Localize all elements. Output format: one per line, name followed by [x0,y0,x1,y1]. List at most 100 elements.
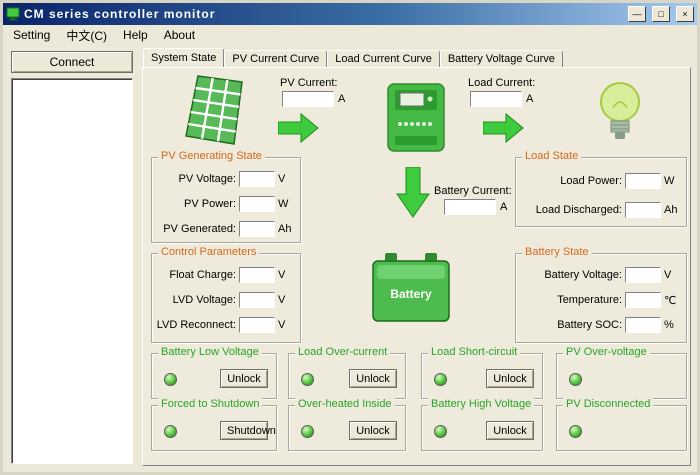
load-current-field[interactable] [470,91,522,107]
forced-to-shutdown-title: Forced to Shutdown [158,398,262,410]
load-discharged-unit: Ah [664,204,680,216]
menu-help[interactable]: Help [115,26,156,44]
pv-power-label: PV Power: [184,198,236,210]
float-charge-label: Float Charge: [169,269,236,281]
flow-arrow-right-pv-icon [278,113,319,146]
battery-image-label: Battery [371,287,451,301]
pv-power-field[interactable] [239,196,275,212]
battery-state-group: Battery State Battery Voltage:V Temperat… [515,253,687,343]
close-button[interactable]: × [676,6,694,22]
maximize-button[interactable]: □ [652,6,670,22]
status-group-forced-to-shutdown: Forced to Shutdown Shutdown [151,405,277,451]
pv-generating-state-title: PV Generating State [158,150,265,162]
device-listbox[interactable] [11,78,133,464]
pv-current-field[interactable] [282,91,334,107]
battery-current-field[interactable] [444,199,496,215]
load-power-label: Load Power: [560,175,622,187]
menubar: Setting 中文(C) Help About [3,25,697,45]
load-short-circuit-led [434,373,447,386]
load-over-current-title: Load Over-current [295,346,390,358]
temperature-unit: ℃ [664,294,680,307]
battery-image: Battery [371,251,451,325]
over-heated-inside-unlock-button[interactable]: Unlock [349,421,397,440]
lvd-voltage-field[interactable] [239,292,275,308]
tab-battery-voltage-curve[interactable]: Battery Voltage Curve [440,50,563,67]
battery-low-voltage-led [164,373,177,386]
lvd-reconnect-label: LVD Reconnect: [157,319,236,331]
load-state-group: Load State Load Power:W Load Discharged:… [515,157,687,227]
load-power-field[interactable] [625,173,661,189]
tab-strip: System State PV Current Curve Load Curre… [142,48,691,67]
load-current-unit: A [526,93,533,105]
battery-state-title: Battery State [522,246,592,258]
forced-to-shutdown-led [164,425,177,438]
status-group-battery-high-voltage: Battery High Voltage Unlock [421,405,543,451]
battery-voltage-label: Battery Voltage: [544,269,622,281]
minimize-button[interactable]: — [628,6,646,22]
lvd-reconnect-unit: V [278,319,294,331]
load-discharged-label: Load Discharged: [536,204,622,216]
app-icon [6,7,20,21]
pv-over-voltage-title: PV Over-voltage [563,346,650,358]
battery-soc-unit: % [664,319,680,331]
system-state-page: PV Current: A [142,67,691,466]
menu-language[interactable]: 中文(C) [58,25,115,46]
battery-current-unit: A [500,201,507,213]
menu-about[interactable]: About [156,26,203,44]
battery-voltage-field[interactable] [625,267,661,283]
window-title: CM series controller monitor [24,7,622,21]
menu-setting[interactable]: Setting [5,26,58,44]
flow-arrow-down-icon [396,167,430,221]
controller-image [386,82,446,153]
control-parameters-title: Control Parameters [158,246,259,258]
tab-control: System State PV Current Curve Load Curre… [142,48,691,466]
flow-arrow-right-load-icon [483,113,524,146]
load-discharged-field[interactable] [625,202,661,218]
battery-soc-field[interactable] [625,317,661,333]
status-group-pv-disconnected: PV Disconnected [556,405,687,451]
float-charge-field[interactable] [239,267,275,283]
float-charge-unit: V [278,269,294,281]
connect-button[interactable]: Connect [11,51,133,73]
app-window: CM series controller monitor — □ × Setti… [0,0,700,475]
battery-low-voltage-title: Battery Low Voltage [158,346,262,358]
pv-disconnected-led [569,425,582,438]
lvd-reconnect-field[interactable] [239,317,275,333]
battery-low-voltage-unlock-button[interactable]: Unlock [220,369,268,388]
load-short-circuit-title: Load Short-circuit [428,346,520,358]
titlebar[interactable]: CM series controller monitor — □ × [3,3,697,25]
app-body: Connect System State PV Current Curve Lo… [3,45,697,472]
over-heated-inside-title: Over-heated Inside [295,398,395,410]
pv-over-voltage-led [569,373,582,386]
over-heated-inside-led [301,425,314,438]
load-power-unit: W [664,175,680,187]
solar-panel-image [184,74,248,154]
temperature-field[interactable] [625,292,661,308]
status-group-load-short-circuit: Load Short-circuit Unlock [421,353,543,399]
load-over-current-unlock-button[interactable]: Unlock [349,369,397,388]
pv-generated-field[interactable] [239,221,275,237]
shutdown-button[interactable]: Shutdown [220,421,268,440]
load-short-circuit-unlock-button[interactable]: Unlock [486,369,534,388]
pv-current-label: PV Current: [280,77,337,89]
load-current-label: Load Current: [468,77,535,89]
tab-load-current-curve[interactable]: Load Current Curve [327,50,440,67]
status-group-load-over-current: Load Over-current Unlock [288,353,406,399]
pv-power-unit: W [278,198,294,210]
lvd-voltage-label: LVD Voltage: [173,294,236,306]
battery-soc-label: Battery SOC: [557,319,622,331]
temperature-label: Temperature: [557,294,622,306]
tab-pv-current-curve[interactable]: PV Current Curve [224,50,327,67]
battery-high-voltage-unlock-button[interactable]: Unlock [486,421,534,440]
pv-voltage-unit: V [278,173,294,185]
pv-generating-state-group: PV Generating State PV Voltage:V PV Powe… [151,157,301,243]
battery-high-voltage-title: Battery High Voltage [428,398,534,410]
pv-voltage-field[interactable] [239,171,275,187]
status-group-battery-low-voltage: Battery Low Voltage Unlock [151,353,277,399]
tab-system-state[interactable]: System State [143,48,224,67]
load-state-title: Load State [522,150,581,162]
pv-disconnected-title: PV Disconnected [563,398,653,410]
pv-generated-unit: Ah [278,223,294,235]
battery-high-voltage-led [434,425,447,438]
pv-current-unit: A [338,93,345,105]
